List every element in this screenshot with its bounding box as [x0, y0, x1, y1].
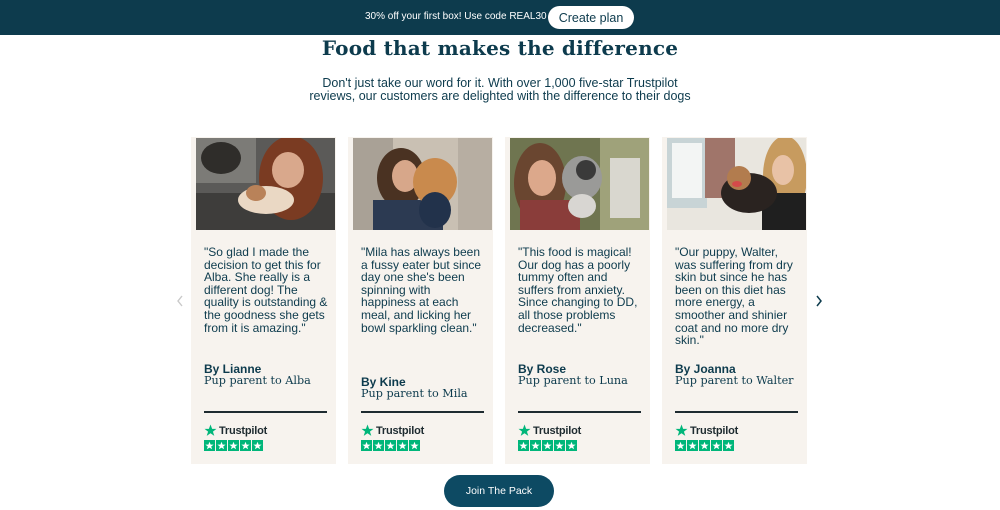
chevron-right-icon — [816, 295, 822, 307]
trustpilot-star-icon — [361, 424, 374, 436]
carousel-next-button[interactable] — [812, 292, 826, 310]
review-quote: "Our puppy, Walter, was suffering from d… — [675, 245, 793, 348]
trustpilot-rating — [361, 440, 420, 451]
star-icon — [374, 441, 383, 450]
trustpilot-star-icon — [204, 424, 217, 436]
star-icon — [531, 441, 540, 450]
star-icon — [229, 441, 238, 450]
trustpilot-logo: Trustpilot — [518, 424, 581, 437]
star-icon — [555, 441, 564, 450]
trustpilot-rating — [675, 440, 734, 451]
review-photo — [510, 138, 649, 230]
chevron-left-icon — [177, 295, 183, 307]
review-author-role: Pup parent to Mila — [361, 387, 468, 400]
carousel-prev-button[interactable] — [173, 292, 187, 310]
star-icon — [519, 441, 528, 450]
create-plan-button[interactable]: Create plan — [548, 6, 634, 29]
star-icon — [543, 441, 552, 450]
card-divider — [675, 411, 798, 413]
review-photo — [196, 138, 335, 230]
star-icon — [217, 441, 226, 450]
review-author-role: Pup parent to Alba — [204, 374, 311, 387]
star-icon — [205, 441, 214, 450]
review-quote: "This food is magical! Our dog has a poo… — [518, 245, 638, 335]
trustpilot-star-icon — [518, 424, 531, 436]
trustpilot-star-icon — [675, 424, 688, 436]
review-photo — [353, 138, 492, 230]
star-icon — [724, 441, 733, 450]
trustpilot-rating — [518, 440, 577, 451]
star-icon — [362, 441, 371, 450]
star-icon — [410, 441, 419, 450]
star-icon — [398, 441, 407, 450]
join-the-pack-button[interactable]: Join The Pack — [444, 475, 554, 507]
trustpilot-rating — [204, 440, 263, 451]
star-icon — [567, 441, 576, 450]
promo-text: 30% off your first box! Use code REAL30 — [365, 11, 547, 22]
section-title: Food that makes the difference — [321, 36, 679, 60]
trustpilot-wordmark: Trustpilot — [219, 424, 268, 437]
trustpilot-wordmark: Trustpilot — [690, 424, 739, 437]
card-divider — [204, 411, 327, 413]
review-card: "So glad I made the decision to get this… — [191, 137, 336, 464]
trustpilot-wordmark: Trustpilot — [533, 424, 582, 437]
star-icon — [700, 441, 709, 450]
star-icon — [712, 441, 721, 450]
trustpilot-logo: Trustpilot — [675, 424, 738, 437]
star-icon — [386, 441, 395, 450]
promo-bar: 30% off your first box! Use code REAL30 … — [0, 0, 1000, 35]
star-icon — [241, 441, 250, 450]
review-author-role: Pup parent to Luna — [518, 374, 628, 387]
section-subtitle: Don't just take our word for it. With ov… — [309, 76, 691, 103]
review-card: "Our puppy, Walter, was suffering from d… — [662, 137, 807, 464]
star-icon — [688, 441, 697, 450]
review-quote: "So glad I made the decision to get this… — [204, 245, 328, 335]
trustpilot-logo: Trustpilot — [204, 424, 267, 437]
review-photo — [667, 138, 806, 230]
review-card: "Mila has always been a fussy eater but … — [348, 137, 493, 464]
trustpilot-logo: Trustpilot — [361, 424, 424, 437]
card-divider — [518, 411, 641, 413]
review-author-role: Pup parent to Walter — [675, 374, 794, 387]
review-quote: "Mila has always been a fussy eater but … — [361, 245, 482, 335]
star-icon — [253, 441, 262, 450]
review-card: "This food is magical! Our dog has a poo… — [505, 137, 650, 464]
star-icon — [676, 441, 685, 450]
trustpilot-wordmark: Trustpilot — [376, 424, 425, 437]
card-divider — [361, 411, 484, 413]
